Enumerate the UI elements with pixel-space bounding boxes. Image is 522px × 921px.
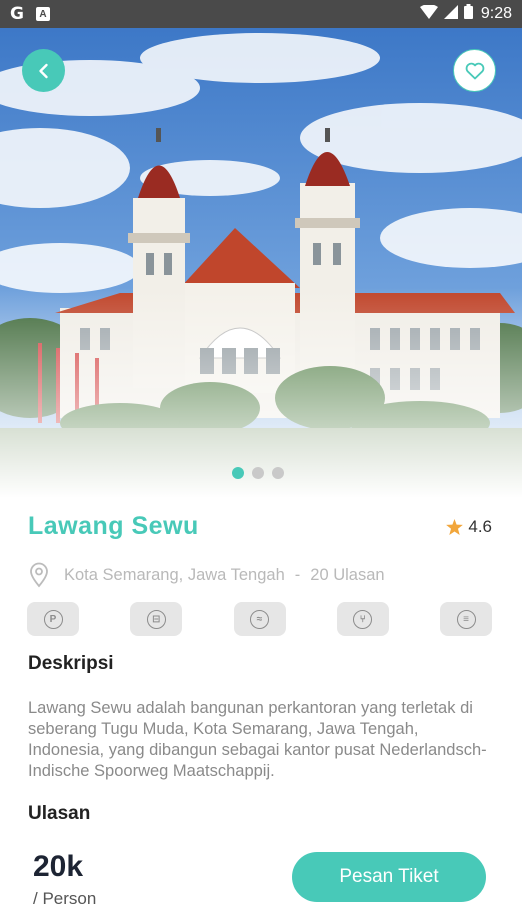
bed-icon: ⊟ <box>146 609 166 629</box>
description-text: Lawang Sewu adalah bangunan perkantoran … <box>28 699 487 780</box>
wifi-icon <box>419 3 438 24</box>
google-icon: G <box>10 4 24 24</box>
location-row: Kota Semarang, Jawa Tengah -20 Ulasan <box>28 562 385 588</box>
lawang-sewu-photo <box>0 28 522 498</box>
location-separator: - <box>294 565 301 584</box>
coffee-icon: ≈ <box>250 609 269 629</box>
facility-cafe[interactable]: ≈ <box>233 602 286 636</box>
facility-hotel[interactable]: ⊟ <box>130 602 183 636</box>
hero-image[interactable] <box>0 28 522 498</box>
signal-icon <box>443 4 458 24</box>
rating-value: 4.6 <box>468 517 492 536</box>
notification-icon: A <box>35 7 50 21</box>
favorite-button[interactable] <box>453 49 496 92</box>
carousel-dot-3[interactable] <box>272 467 284 479</box>
heart-icon <box>465 62 484 79</box>
facility-restaurant[interactable]: ⑂ <box>336 602 389 636</box>
review-count[interactable]: 20 Ulasan <box>310 566 384 584</box>
back-button[interactable] <box>22 49 65 92</box>
chevron-left-icon <box>38 63 48 78</box>
battery-icon <box>463 4 473 24</box>
facility-list: P ⊟ ≈ ⑂ ≡ <box>27 602 492 636</box>
parking-icon: P <box>43 609 63 629</box>
restaurant-icon: ⑂ <box>353 609 373 629</box>
location-text: Kota Semarang, Jawa Tengah <box>64 565 285 584</box>
location-pin-icon <box>30 562 48 588</box>
star-icon <box>446 519 464 535</box>
carousel-dot-1[interactable] <box>232 467 244 479</box>
price-unit: / Person <box>33 889 97 908</box>
carousel-dot-2[interactable] <box>252 467 264 479</box>
book-ticket-button[interactable]: Pesan Tiket <box>292 852 486 902</box>
carousel-indicator <box>232 467 284 479</box>
description-heading: Deskripsi <box>28 653 114 674</box>
facility-toilet[interactable]: ≡ <box>440 602 492 636</box>
facility-parking[interactable]: P <box>27 602 79 636</box>
status-bar: G A 9:28 <box>0 0 522 28</box>
rating: 4.6 <box>446 517 492 537</box>
price: 20k <box>33 850 84 883</box>
toilet-icon: ≡ <box>456 609 476 629</box>
clock: 9:28 <box>480 5 512 22</box>
place-title: Lawang Sewu <box>28 512 199 540</box>
reviews-heading: Ulasan <box>28 803 91 824</box>
